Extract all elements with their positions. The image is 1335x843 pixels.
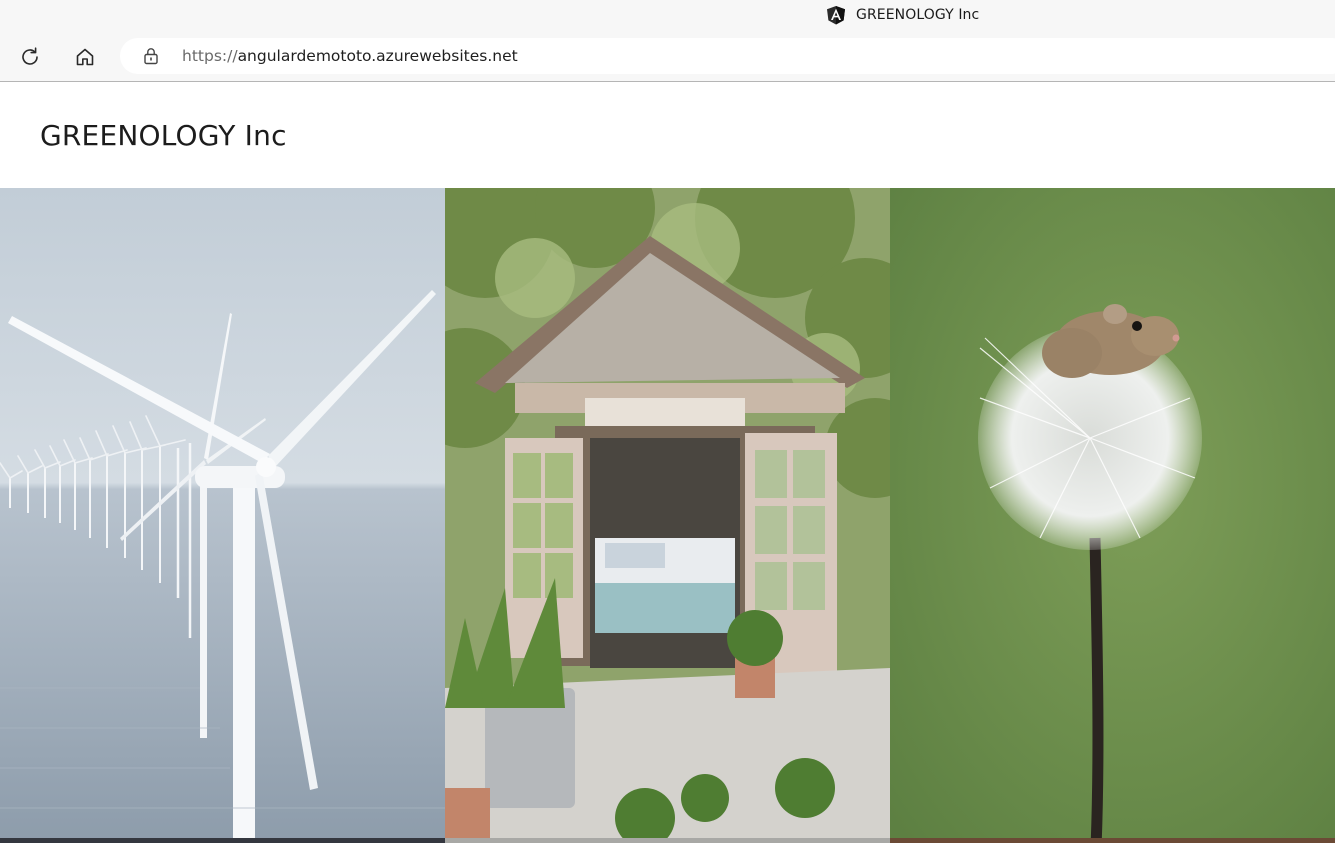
- address-bar[interactable]: https://angulardemototo.azurewebsites.ne…: [120, 38, 1335, 74]
- site-header: GREENOLOGY Inc: [0, 83, 1335, 188]
- refresh-button[interactable]: [12, 40, 48, 74]
- home-button[interactable]: [67, 40, 103, 74]
- gallery-tile-wind-turbines[interactable]: [0, 188, 445, 843]
- gallery-tile-dandelion-mouse[interactable]: [890, 188, 1335, 843]
- tab-strip: GREENOLOGY Inc: [0, 0, 1335, 30]
- url-text: https://angulardemototo.azurewebsites.ne…: [182, 47, 518, 65]
- angular-icon: [827, 6, 845, 25]
- home-icon: [76, 48, 94, 66]
- tile-bottom-strip: [445, 838, 890, 843]
- browser-toolbar: https://angulardemototo.azurewebsites.ne…: [0, 30, 1335, 82]
- wind-turbines-image: [0, 188, 445, 843]
- url-scheme: https://: [182, 47, 238, 65]
- refresh-icon: [22, 47, 38, 65]
- tile-bottom-strip: [0, 838, 445, 843]
- gallery-tile-garden-cottage[interactable]: [445, 188, 890, 843]
- dandelion-mouse-image: [890, 188, 1335, 843]
- tab-title: GREENOLOGY Inc: [856, 7, 980, 23]
- garden-cottage-image: [445, 188, 890, 843]
- lock-icon[interactable]: [142, 47, 160, 65]
- tile-bottom-strip: [890, 838, 1335, 843]
- site-brand[interactable]: GREENOLOGY Inc: [40, 119, 287, 152]
- image-gallery: [0, 188, 1335, 843]
- browser-tab[interactable]: GREENOLOGY Inc: [826, 4, 979, 26]
- url-host: angulardemototo.azurewebsites.net: [237, 47, 518, 65]
